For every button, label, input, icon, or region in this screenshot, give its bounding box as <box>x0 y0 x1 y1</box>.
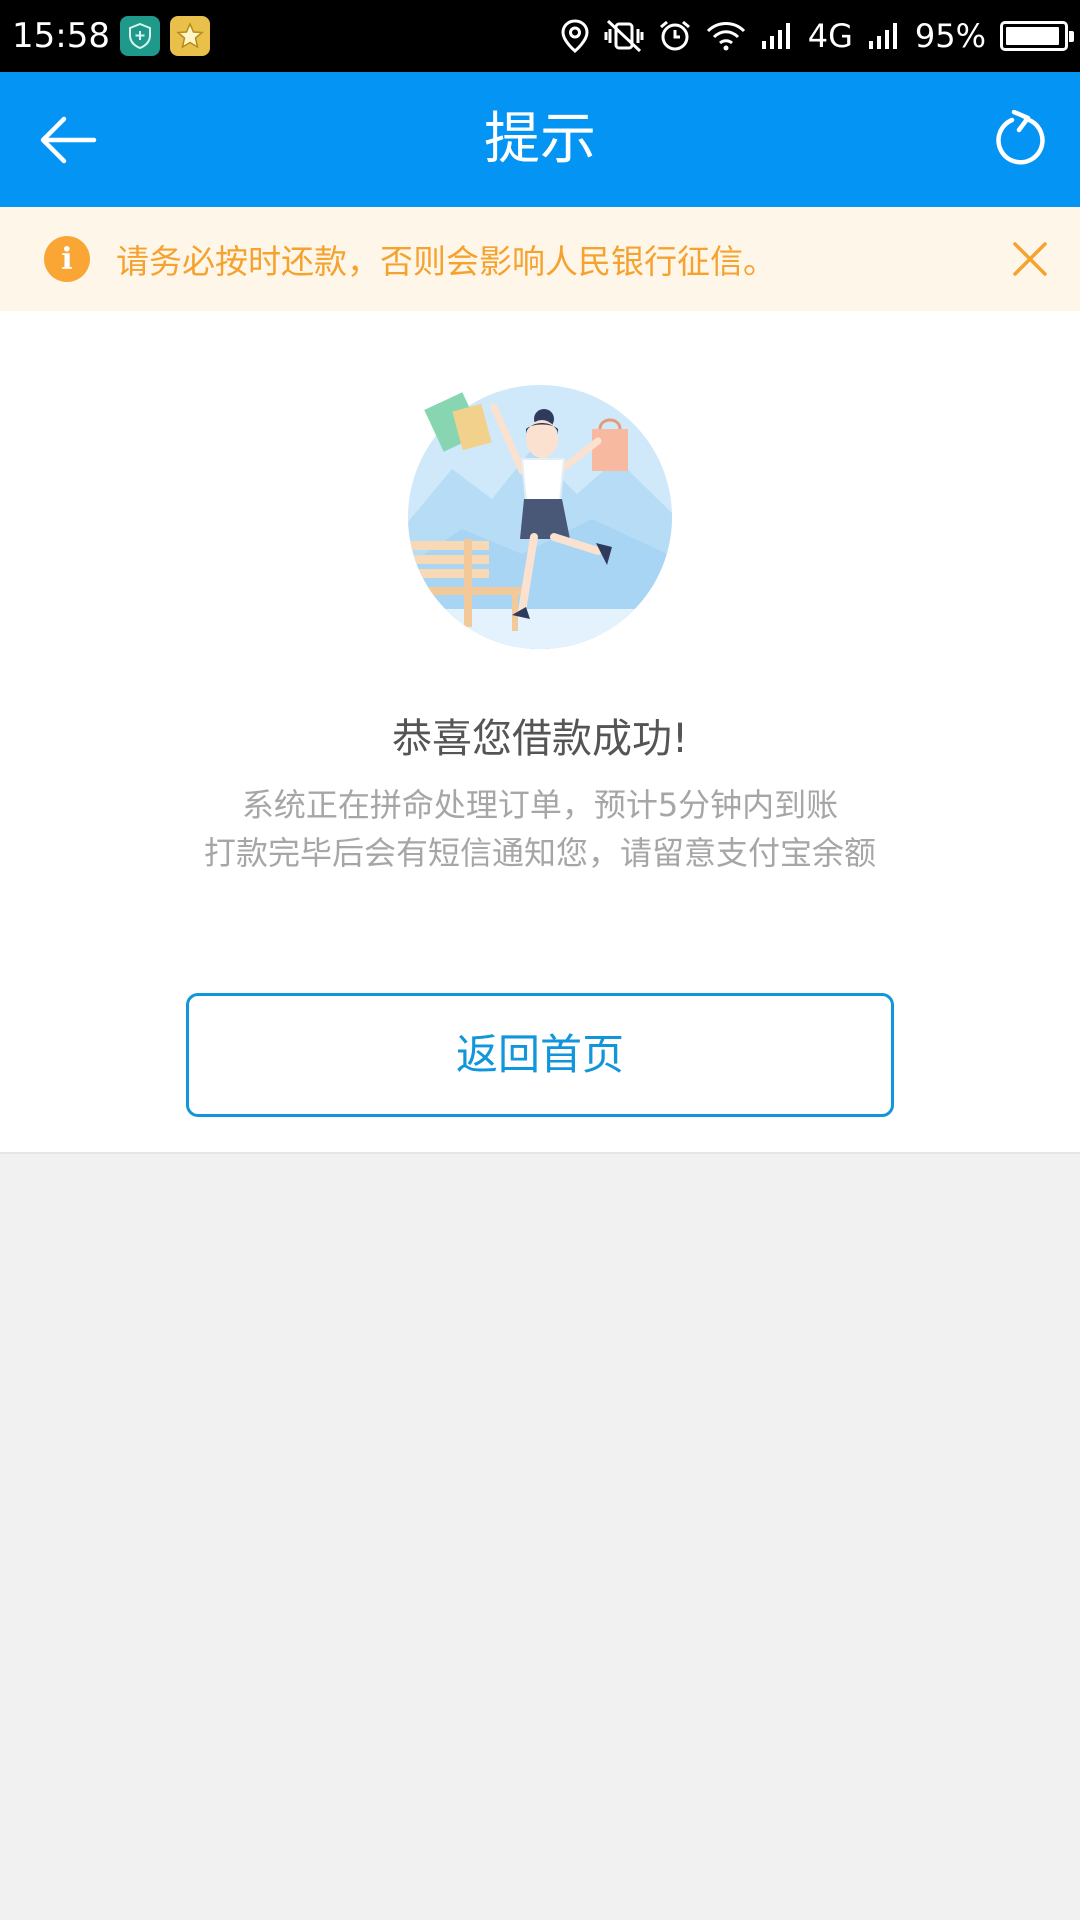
status-bar: 15:58 4G 95% <box>0 0 1080 72</box>
notice-text: 请务必按时还款，否则会影响人民银行征信。 <box>116 242 776 281</box>
signal-icon <box>760 21 794 51</box>
battery-icon <box>1000 21 1074 51</box>
star-app-icon <box>169 16 210 56</box>
success-description: 系统正在拼命处理订单，预计5分钟内到账 打款完毕后会有短信通知您，请留意支付宝余… <box>0 781 1080 877</box>
page-title: 提示 <box>484 107 596 172</box>
close-icon <box>1013 242 1047 276</box>
success-illustration <box>402 379 678 655</box>
refresh-icon <box>996 110 1045 165</box>
success-title: 恭喜您借款成功! <box>391 716 689 762</box>
description-line-1: 系统正在拼命处理订单，预计5分钟内到账 <box>241 786 839 824</box>
result-card: 恭喜您借款成功! 系统正在拼命处理订单，预计5分钟内到账 打款完毕后会有短信通知… <box>0 311 1080 1154</box>
refresh-button[interactable] <box>980 100 1060 180</box>
notice-banner: i 请务必按时还款，否则会影响人民银行征信。 <box>0 207 1080 311</box>
info-icon: i <box>44 236 90 282</box>
app-bar: 提示 <box>0 72 1080 207</box>
vibrate-off-icon <box>604 19 644 53</box>
wifi-icon <box>706 20 746 52</box>
status-time: 15:58 <box>12 16 110 56</box>
battery-level <box>1006 27 1060 45</box>
signal-icon <box>867 21 901 51</box>
notice-close-button[interactable] <box>1006 235 1054 283</box>
shield-app-icon <box>119 16 160 56</box>
description-line-2: 打款完毕后会有短信通知您，请留意支付宝余额 <box>203 834 876 872</box>
alarm-icon <box>658 19 692 53</box>
return-home-button[interactable]: 返回首页 <box>186 993 894 1117</box>
network-type: 4G <box>807 17 853 55</box>
battery-percent: 95% <box>914 17 986 55</box>
location-icon <box>560 19 590 53</box>
